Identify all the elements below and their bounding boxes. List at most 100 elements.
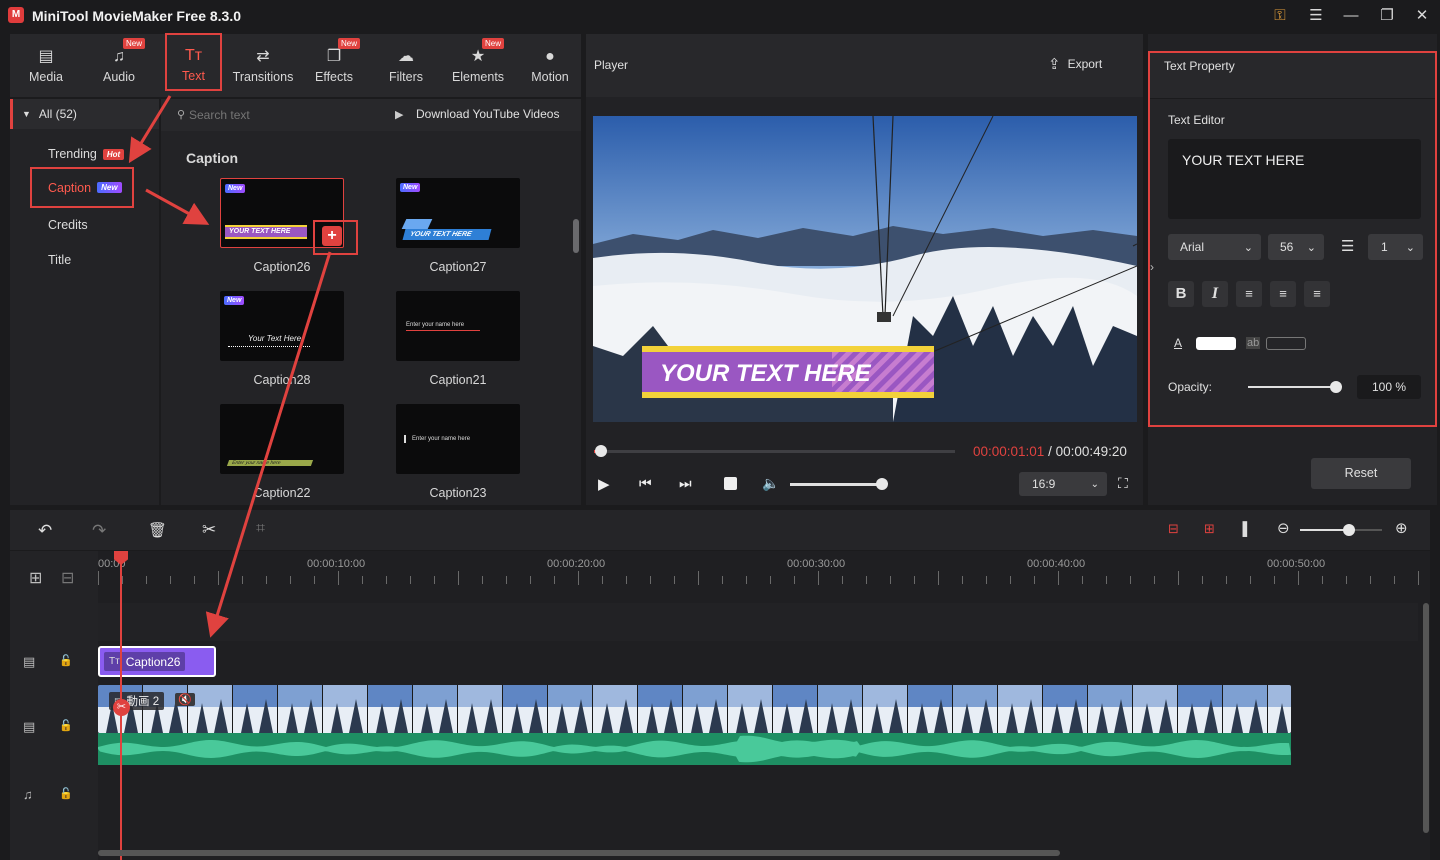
timeline-horizontal-scrollbar[interactable] xyxy=(98,850,1060,856)
undo-icon[interactable]: ↶ xyxy=(38,521,52,541)
zoom-track[interactable] xyxy=(1300,524,1382,536)
zoom-out-icon[interactable]: ⊖ xyxy=(1277,519,1290,537)
ruler-tick xyxy=(1154,576,1155,584)
font-size-select[interactable]: 56 ⌄ xyxy=(1268,234,1324,260)
caption21-thumb[interactable]: Enter your name here xyxy=(396,291,520,361)
caption22-thumb[interactable]: Enter your name here xyxy=(220,404,344,474)
snap-icon[interactable]: ▐ xyxy=(1238,521,1247,536)
stop-icon[interactable] xyxy=(724,477,737,490)
text-clip[interactable]: Tт Caption26 xyxy=(98,646,216,677)
minimize-icon[interactable]: — xyxy=(1341,6,1361,26)
menu-icon[interactable]: ☰ xyxy=(1306,6,1326,26)
thumb-label: Caption22 xyxy=(253,486,311,500)
delete-icon[interactable]: 🗑 xyxy=(148,521,167,539)
nav-item-title[interactable]: Title xyxy=(48,253,71,267)
tab-effects[interactable]: New ❐ Effects xyxy=(302,34,366,97)
background-color-swatch[interactable] xyxy=(1266,337,1306,350)
opacity-track[interactable] xyxy=(1248,381,1342,393)
tab-text[interactable]: Tт Text xyxy=(165,33,222,91)
progress-handle[interactable] xyxy=(595,445,608,457)
text-color-swatch[interactable] xyxy=(1196,337,1236,350)
time-ruler[interactable]: 00:00 00:00:10:00 00:00:20:00 00:00:30:0… xyxy=(98,551,1430,601)
caption28-thumb[interactable]: New Your Text Here xyxy=(220,291,344,361)
category-all[interactable]: ▼ All (52) xyxy=(10,99,159,129)
search-input[interactable] xyxy=(189,105,339,125)
nav-item-label: Trending xyxy=(48,147,97,161)
remove-track-icon[interactable]: ⊟ xyxy=(61,568,74,588)
align-left-icon[interactable]: ≡ xyxy=(1236,281,1262,307)
track-headers xyxy=(10,551,98,860)
section-title: Caption xyxy=(186,150,239,166)
previous-frame-icon[interactable]: ⏮ xyxy=(639,475,652,492)
new-tag: New xyxy=(224,296,245,305)
aspect-ratio-select[interactable]: 16:9 ⌄ xyxy=(1019,472,1107,496)
lock-icon[interactable]: 🔓 xyxy=(59,719,73,732)
volume-icon[interactable]: 🔈 xyxy=(762,475,779,492)
lock-icon[interactable]: 🔓 xyxy=(59,654,73,667)
caption27-thumb[interactable]: New YOUR TEXT HERE xyxy=(396,178,520,248)
ruler-tick xyxy=(1322,576,1323,584)
close-icon[interactable]: ✕ xyxy=(1412,6,1432,26)
tab-elements[interactable]: New ★ Elements xyxy=(446,34,510,97)
line-spacing-select[interactable]: 1 ⌄ xyxy=(1368,234,1423,260)
thumb-label: Caption28 xyxy=(253,373,311,387)
opacity-value-field[interactable]: 100 % xyxy=(1357,375,1421,399)
reset-button[interactable]: Reset xyxy=(1311,458,1411,489)
next-frame-icon[interactable]: ⏭ xyxy=(679,475,692,492)
split-scissors-icon[interactable]: ✂ xyxy=(202,520,216,540)
ruler-tick xyxy=(1226,576,1227,584)
fit-timeline-icon[interactable]: ⊟ xyxy=(1168,521,1179,537)
text-editor-label: Text Editor xyxy=(1168,113,1225,127)
add-plus-icon[interactable]: + xyxy=(322,226,342,246)
tab-transitions[interactable]: ⇄ Transitions xyxy=(230,34,296,97)
lock-icon[interactable]: 🔓 xyxy=(59,787,73,800)
download-youtube-link[interactable]: Download YouTube Videos xyxy=(416,107,559,121)
library-scrollbar[interactable] xyxy=(573,219,579,253)
add-track-icon[interactable]: ⊞ xyxy=(29,568,42,588)
font-select[interactable]: Arial ⌄ xyxy=(1168,234,1261,260)
nav-item-caption[interactable]: Caption New xyxy=(30,167,134,208)
export-button[interactable]: ⇪ Export xyxy=(1048,55,1102,73)
audio-waveform[interactable] xyxy=(98,733,1291,765)
tab-media[interactable]: ▤ Media xyxy=(14,34,78,97)
play-icon[interactable]: ▶ xyxy=(598,475,610,493)
video-preview[interactable]: YOUR TEXT HERE xyxy=(593,116,1137,422)
mute-icon[interactable]: 🔇 xyxy=(175,693,195,706)
zoom-handle[interactable] xyxy=(1343,524,1356,536)
filmstrip-frame xyxy=(683,685,728,733)
align-right-icon[interactable]: ≡ xyxy=(1304,281,1330,307)
volume-handle[interactable] xyxy=(876,478,889,490)
progress-track[interactable] xyxy=(594,445,955,457)
caption23-thumb[interactable]: Enter your name here xyxy=(396,404,520,474)
opacity-handle[interactable] xyxy=(1330,381,1342,393)
collapse-panel-icon[interactable]: › xyxy=(1150,260,1154,274)
filmstrip-frame xyxy=(1223,685,1268,733)
tab-motion[interactable]: ● Motion xyxy=(518,34,582,97)
fullscreen-icon[interactable]: ⛶ xyxy=(1118,475,1128,492)
key-icon[interactable]: ⚿ xyxy=(1270,6,1290,26)
crop-icon[interactable]: ⌗ xyxy=(256,520,265,538)
ruler-tick xyxy=(506,576,507,584)
tab-label: Elements xyxy=(451,70,505,84)
text-editor-field[interactable]: YOUR TEXT HERE xyxy=(1168,139,1421,219)
nav-item-trending[interactable]: Trending Hot xyxy=(48,147,125,161)
align-center-icon[interactable]: ≡ xyxy=(1270,281,1296,307)
ruler-tick xyxy=(554,576,555,584)
property-title: Text Property xyxy=(1164,59,1235,73)
timeline-vertical-scrollbar[interactable] xyxy=(1423,603,1429,833)
maximize-icon[interactable]: ❐ xyxy=(1377,6,1397,26)
video-clip[interactable] xyxy=(98,685,1291,733)
tab-audio[interactable]: New ♫ Audio xyxy=(87,34,151,97)
volume-track[interactable] xyxy=(790,478,889,490)
playhead-split-icon[interactable]: ✂ xyxy=(113,699,130,716)
nav-item-credits[interactable]: Credits xyxy=(48,218,88,232)
caption-overlay[interactable]: YOUR TEXT HERE xyxy=(642,346,934,398)
redo-icon[interactable]: ↷ xyxy=(92,521,106,541)
tab-filters[interactable]: ☁ Filters xyxy=(374,34,438,97)
bold-icon[interactable]: B xyxy=(1168,281,1194,307)
chevron-down-icon: ▼ xyxy=(22,109,31,119)
ruler-label: 00:00:10:00 xyxy=(307,558,366,570)
split-audio-icon[interactable]: ⊞ xyxy=(1204,521,1215,537)
zoom-in-icon[interactable]: ⊕ xyxy=(1395,519,1408,537)
italic-icon[interactable]: I xyxy=(1202,281,1228,307)
